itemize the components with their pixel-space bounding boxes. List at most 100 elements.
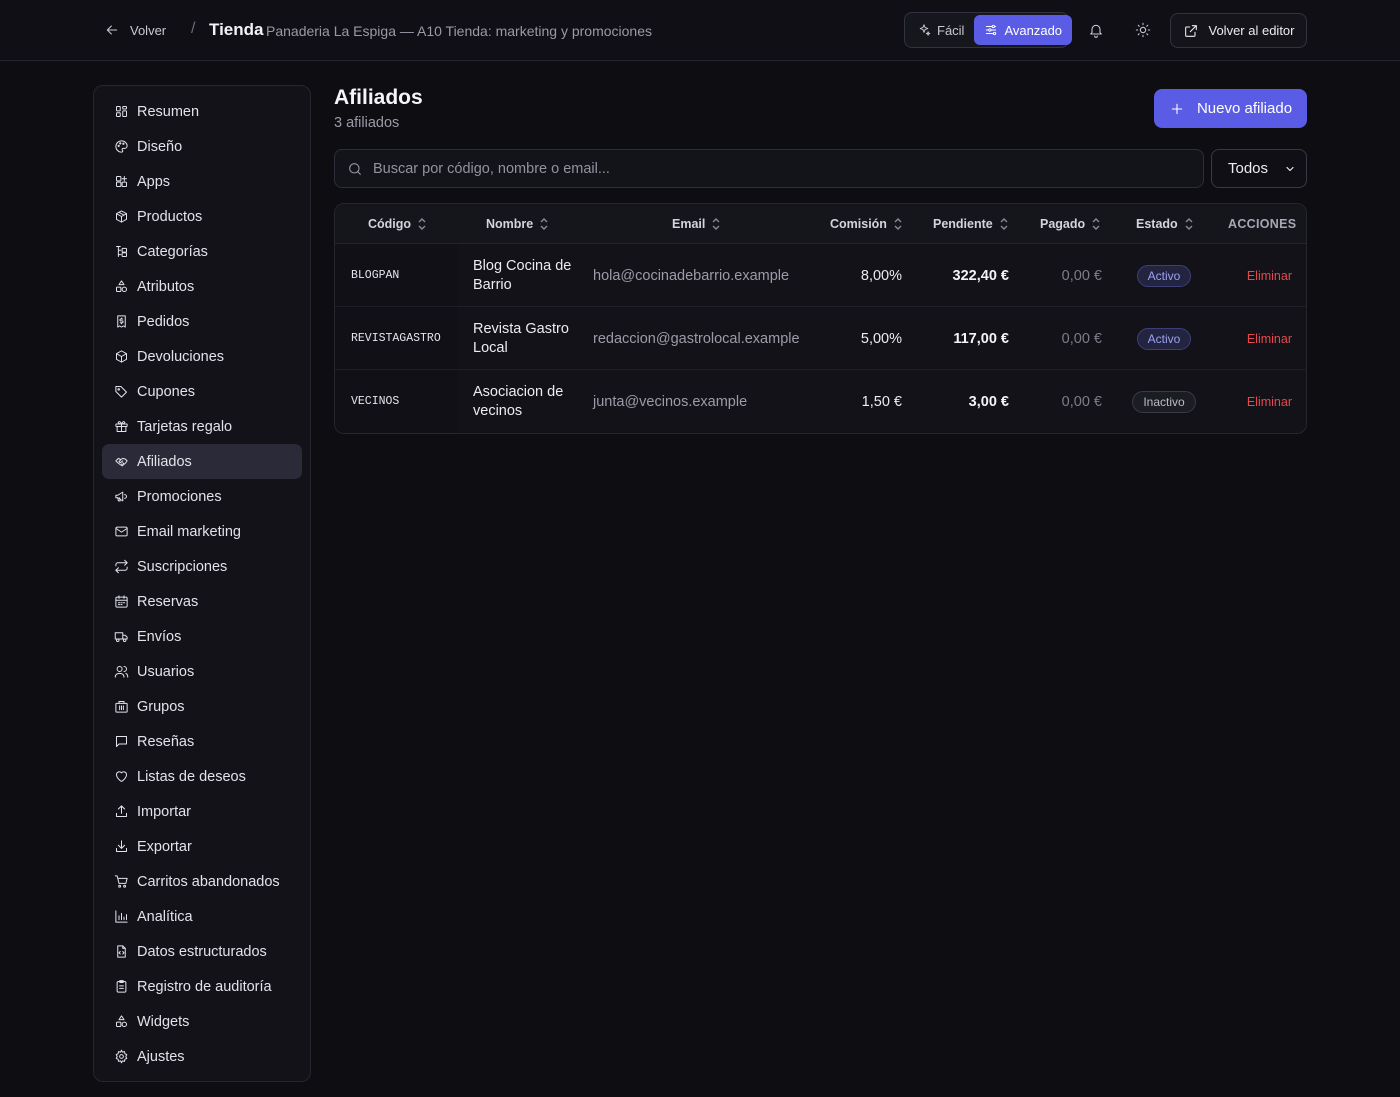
affiliate-paid: 0,00 € xyxy=(1061,330,1102,347)
calendar-icon xyxy=(115,595,128,608)
sidebar-item-pedidos[interactable]: Pedidos xyxy=(102,304,302,339)
theme-toggle-button[interactable] xyxy=(1131,18,1155,42)
sidebar-item-categorias[interactable]: Categorías xyxy=(102,234,302,269)
status-filter-value: Todos xyxy=(1228,160,1269,177)
shapes-icon xyxy=(116,1015,127,1027)
back-button[interactable]: Volver xyxy=(104,18,166,42)
sidebar-item-label: Reseñas xyxy=(137,733,195,750)
delete-affiliate-button[interactable]: Eliminar xyxy=(1247,244,1292,307)
column-label: Código xyxy=(368,217,412,231)
sidebar-item-label: Usuarios xyxy=(137,663,195,680)
sidebar-item-devoluciones[interactable]: Devoluciones xyxy=(102,339,302,374)
apps-icon xyxy=(116,176,127,187)
status-filter-select[interactable]: Todos xyxy=(1211,149,1307,188)
truck-icon xyxy=(114,632,128,642)
mode-easy-button[interactable]: Fácil xyxy=(907,15,974,45)
sidebar-item-label: Importar xyxy=(137,803,191,820)
sidebar-item-cupones[interactable]: Cupones xyxy=(102,374,302,409)
sidebar-item-afiliados[interactable]: Afiliados xyxy=(102,444,302,479)
sidebar-item-reservas[interactable]: Reservas xyxy=(102,584,302,619)
sort-icon xyxy=(418,218,426,230)
affiliate-code: BLOGPAN xyxy=(351,269,400,282)
notifications-button[interactable] xyxy=(1084,18,1108,42)
sidebar-item-label: Promociones xyxy=(137,488,222,505)
affiliate-count: 3 afiliados xyxy=(334,115,400,131)
sidebar-item-usuarios[interactable]: Usuarios xyxy=(102,654,302,689)
sidebar-item-promociones[interactable]: Promociones xyxy=(102,479,302,514)
sparkles-icon xyxy=(919,24,931,36)
affiliate-paid: 0,00 € xyxy=(1061,393,1102,410)
sidebar-item-email-marketing[interactable]: Email marketing xyxy=(102,514,302,549)
delete-affiliate-button[interactable]: Eliminar xyxy=(1247,307,1292,370)
sidebar-item-registro-de-auditoria[interactable]: Registro de auditoría xyxy=(102,969,302,1004)
megaphone-icon xyxy=(115,491,127,502)
affiliate-email: hola@cocinadebarrio.example xyxy=(593,267,790,284)
bell-icon xyxy=(1090,24,1102,38)
sidebar-item-analitica[interactable]: Analítica xyxy=(102,899,302,934)
affiliate-name: Revista Gastro Local xyxy=(473,320,569,356)
affiliate-pending: 322,40 € xyxy=(952,267,1009,284)
sidebar-item-productos[interactable]: Productos xyxy=(102,199,302,234)
sidebar-item-apps[interactable]: Apps xyxy=(102,164,302,199)
sidebar-item-suscripciones[interactable]: Suscripciones xyxy=(102,549,302,584)
search-input[interactable] xyxy=(373,160,1191,177)
sidebar-item-datos-estructurados[interactable]: Datos estructurados xyxy=(102,934,302,969)
sidebar-item-carritos-abandonados[interactable]: Carritos abandonados xyxy=(102,864,302,899)
sidebar-item-label: Datos estructurados xyxy=(137,943,267,960)
column-header-paid[interactable]: Pagado xyxy=(1040,204,1101,244)
search-icon xyxy=(349,162,361,175)
sidebar-item-label: Exportar xyxy=(137,838,192,855)
sidebar-item-label: Email marketing xyxy=(137,523,241,540)
back-to-editor-button[interactable]: Volver al editor xyxy=(1170,13,1307,48)
sidebar-item-envios[interactable]: Envíos xyxy=(102,619,302,654)
sidebar-item-label: Atributos xyxy=(137,278,195,295)
mode-advanced-button[interactable]: Avanzado xyxy=(974,15,1073,45)
delete-affiliate-button[interactable]: Eliminar xyxy=(1247,370,1292,433)
sidebar-item-resenas[interactable]: Reseñas xyxy=(102,724,302,759)
sidebar-item-label: Productos xyxy=(137,208,203,225)
back-label: Volver xyxy=(130,22,167,38)
affiliate-paid: 0,00 € xyxy=(1061,267,1102,284)
column-header-pending[interactable]: Pendiente xyxy=(933,204,1009,244)
mode-easy-label: Fácil xyxy=(937,22,965,38)
file-code-icon xyxy=(117,945,126,958)
sidebar-item-importar[interactable]: Importar xyxy=(102,794,302,829)
sidebar-item-ajustes[interactable]: Ajustes xyxy=(102,1039,302,1074)
sidebar-item-atributos[interactable]: Atributos xyxy=(102,269,302,304)
affiliate-code: REVISTAGASTRO xyxy=(351,332,441,345)
new-affiliate-button[interactable]: Nuevo afiliado xyxy=(1154,89,1307,128)
users-icon xyxy=(114,666,129,678)
package-icon xyxy=(116,210,127,223)
breadcrumb-subtitle: Panaderia La Espiga — A10 Tienda: market… xyxy=(266,23,653,39)
sidebar-item-tarjetas-regalo[interactable]: Tarjetas regalo xyxy=(102,409,302,444)
column-header-code[interactable]: Código xyxy=(368,204,427,244)
sidebar-item-exportar[interactable]: Exportar xyxy=(102,829,302,864)
sort-icon xyxy=(712,218,720,230)
affiliate-name: Blog Cocina de Barrio xyxy=(473,257,572,293)
building-icon xyxy=(115,701,128,713)
sort-icon xyxy=(1000,218,1008,230)
sidebar-item-listas-de-deseos[interactable]: Listas de deseos xyxy=(102,759,302,794)
column-header-status[interactable]: Estado xyxy=(1136,204,1194,244)
gift-icon xyxy=(115,421,128,432)
column-label: Comisión xyxy=(830,217,887,231)
column-label: Email xyxy=(672,217,706,231)
table-row[interactable]: VECINOS Asociacion de vecinos junta@vecino… xyxy=(335,370,1306,433)
affiliate-name: Asociacion de vecinos xyxy=(473,383,564,419)
sidebar-item-label: Cupones xyxy=(137,383,196,400)
table-row[interactable]: REVISTAGASTRO Revista Gastro Local redacci… xyxy=(335,307,1306,370)
plus-icon xyxy=(1171,103,1183,114)
column-header-name[interactable]: Nombre xyxy=(486,204,549,244)
sidebar-item-diseno[interactable]: Diseño xyxy=(102,129,302,164)
sort-icon xyxy=(1092,218,1100,230)
page-section-title: Tienda xyxy=(209,20,264,39)
sidebar-item-widgets[interactable]: Widgets xyxy=(102,1004,302,1039)
table-row[interactable]: BLOGPAN Blog Cocina de Barrio hola@cocinad… xyxy=(335,244,1306,307)
sidebar-item-grupos[interactable]: Grupos xyxy=(102,689,302,724)
breadcrumb-separator: / xyxy=(191,20,196,37)
sidebar-item-label: Diseño xyxy=(137,138,183,155)
column-header-commission[interactable]: Comisión xyxy=(830,204,903,244)
column-header-email[interactable]: Email xyxy=(672,204,721,244)
sidebar-item-label: Listas de deseos xyxy=(137,768,246,785)
sidebar-item-resumen[interactable]: Resumen xyxy=(102,94,302,129)
